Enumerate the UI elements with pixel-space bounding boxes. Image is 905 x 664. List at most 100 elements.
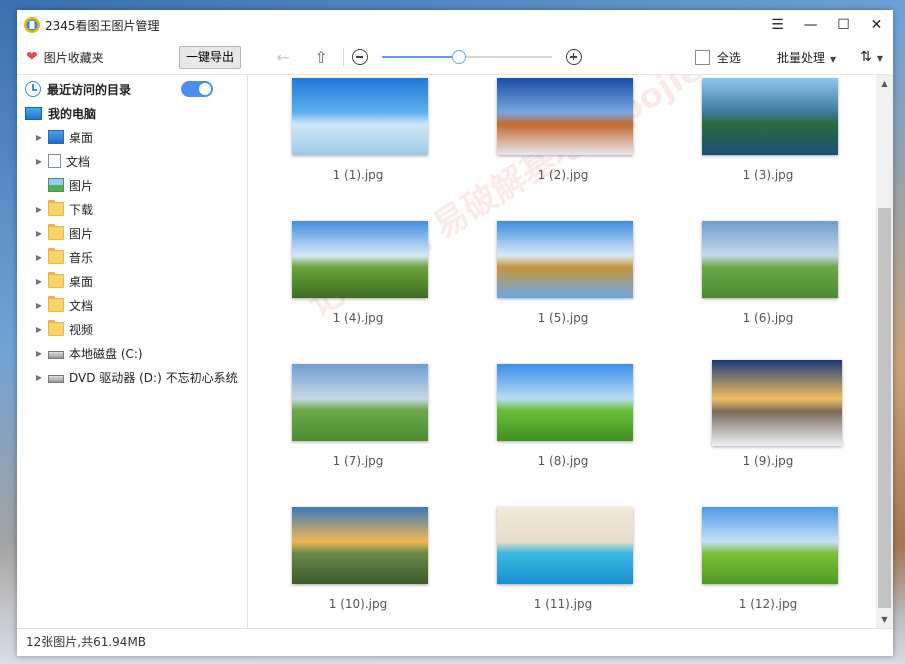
export-button[interactable]: 一键导出 bbox=[179, 45, 242, 69]
favorites-label: 图片收藏夹 bbox=[43, 50, 104, 65]
batch-process-dropdown[interactable]: 批量处理 ▼ bbox=[777, 49, 836, 66]
thumbnail-item[interactable]: 1 (10).jpg bbox=[268, 495, 448, 628]
thumbnail-image[interactable] bbox=[497, 221, 633, 298]
thumbnail-item[interactable]: 1 (4).jpg bbox=[268, 209, 448, 352]
thumbnail-item[interactable]: 1 (9).jpg bbox=[678, 352, 858, 495]
folder-icon bbox=[48, 200, 64, 216]
recent-dirs-item[interactable]: 最近访问的目录 bbox=[17, 77, 247, 101]
thumbnail-area: 记得收藏 易破解基地 yipojie.com 1 (1).jpg 1 (2).jp… bbox=[248, 75, 893, 628]
up-folder-icon[interactable]: ⇧ bbox=[307, 48, 335, 67]
sidebar-tree-label: 图片 bbox=[69, 178, 94, 193]
expand-arrow-icon[interactable]: ▶ bbox=[33, 277, 45, 286]
chevron-down-icon: ▼ bbox=[829, 54, 837, 64]
scroll-up-icon[interactable]: ▲ bbox=[876, 75, 893, 92]
sidebar-tree-item[interactable]: ▶ 图片 bbox=[17, 221, 247, 245]
document-icon bbox=[48, 154, 61, 168]
thumbnail-image[interactable] bbox=[497, 507, 633, 584]
drive-icon bbox=[48, 351, 64, 359]
vertical-scrollbar[interactable]: ▲ ▼ bbox=[876, 75, 893, 628]
my-computer-label: 我的电脑 bbox=[48, 106, 97, 121]
thumbnail-image[interactable] bbox=[712, 360, 842, 446]
thumbnail-image[interactable] bbox=[702, 78, 838, 155]
sort-dropdown[interactable]: ⇅ ▼ bbox=[860, 49, 883, 65]
thumbnail-item[interactable]: 1 (6).jpg bbox=[678, 209, 858, 352]
zoom-slider-handle[interactable] bbox=[451, 50, 466, 64]
sidebar-tree-item[interactable]: ▶ 文档 bbox=[17, 293, 247, 317]
thumbnail-filename: 1 (9).jpg bbox=[742, 454, 794, 468]
menu-icon: ☰ bbox=[771, 17, 784, 33]
thumbnail-image[interactable] bbox=[292, 78, 428, 155]
zoom-slider[interactable] bbox=[382, 49, 553, 65]
back-arrow-icon[interactable]: ← bbox=[269, 48, 297, 67]
sidebar-tree-label: 视频 bbox=[69, 322, 94, 337]
thumbnail-image[interactable] bbox=[702, 507, 838, 584]
select-all-checkbox[interactable] bbox=[694, 49, 710, 65]
app-logo-icon bbox=[24, 17, 40, 33]
select-all-label[interactable]: 全选 bbox=[717, 49, 741, 66]
folder-icon bbox=[48, 320, 64, 336]
sidebar-tree-item[interactable]: ▶ DVD 驱动器 (D:) 不忘初心系统 bbox=[17, 365, 247, 389]
close-icon: ✕ bbox=[870, 17, 883, 33]
thumbnail-item[interactable]: 1 (2).jpg bbox=[473, 75, 653, 209]
zoom-out-icon[interactable] bbox=[352, 49, 369, 65]
sidebar-tree-item[interactable]: ▶ 桌面 bbox=[17, 125, 247, 149]
scrollbar-thumb[interactable] bbox=[878, 208, 891, 608]
thumbnail-filename: 1 (5).jpg bbox=[537, 311, 589, 325]
recent-dirs-toggle[interactable] bbox=[181, 81, 213, 97]
favorites-link[interactable]: ❤ 图片收藏夹 bbox=[17, 49, 179, 66]
thumbnail-filename: 1 (7).jpg bbox=[332, 454, 384, 468]
expand-arrow-icon[interactable]: ▶ bbox=[33, 325, 45, 334]
sidebar-tree-label: 桌面 bbox=[69, 130, 94, 145]
expand-arrow-icon[interactable]: ▶ bbox=[33, 301, 45, 310]
thumbnail-image[interactable] bbox=[292, 221, 428, 298]
menu-button[interactable]: ☰ bbox=[761, 10, 794, 40]
sidebar-tree-item[interactable]: ▶ 本地磁盘 (C:) bbox=[17, 341, 247, 365]
scroll-down-icon[interactable]: ▼ bbox=[876, 611, 893, 628]
sidebar-tree-item[interactable]: ▶ 桌面 bbox=[17, 269, 247, 293]
expand-arrow-icon[interactable]: ▶ bbox=[33, 349, 45, 358]
thumbnail-item[interactable]: 1 (11).jpg bbox=[473, 495, 653, 628]
minimize-button[interactable]: — bbox=[794, 10, 827, 40]
thumbnail-item[interactable]: 1 (5).jpg bbox=[473, 209, 653, 352]
sidebar: 最近访问的目录 我的电脑 ▶ 桌面 ▶ 文档 图片 ▶ 下载 ▶ 图片 ▶ 音乐 ▶ 桌面 ▶ 文档 ▶ 视频 ▶… bbox=[17, 75, 248, 628]
expand-arrow-icon[interactable]: ▶ bbox=[33, 253, 45, 262]
thumbnail-filename: 1 (2).jpg bbox=[537, 168, 589, 182]
sidebar-tree-label: 下载 bbox=[69, 202, 94, 217]
thumbnail-filename: 1 (8).jpg bbox=[537, 454, 589, 468]
thumbnail-item[interactable]: 1 (1).jpg bbox=[268, 75, 448, 209]
thumbnail-item[interactable]: 1 (7).jpg bbox=[268, 352, 448, 495]
thumbnail-image[interactable] bbox=[292, 364, 428, 441]
sidebar-tree-label: 文档 bbox=[69, 298, 94, 313]
sidebar-tree-item[interactable]: 图片 bbox=[17, 173, 247, 197]
expand-arrow-icon[interactable]: ▶ bbox=[33, 373, 45, 382]
thumbnail-item[interactable]: 1 (12).jpg bbox=[678, 495, 858, 628]
zoom-in-icon[interactable] bbox=[566, 49, 583, 65]
expand-arrow-icon[interactable]: ▶ bbox=[33, 229, 45, 238]
sidebar-tree-item[interactable]: ▶ 文档 bbox=[17, 149, 247, 173]
folder-icon bbox=[48, 272, 64, 288]
my-computer-item[interactable]: 我的电脑 bbox=[17, 101, 247, 125]
expand-arrow-icon[interactable]: ▶ bbox=[33, 205, 45, 214]
zoom-control bbox=[352, 49, 583, 65]
sidebar-tree-label: 图片 bbox=[69, 226, 94, 241]
sidebar-tree-item[interactable]: ▶ 视频 bbox=[17, 317, 247, 341]
thumbnail-item[interactable]: 1 (3).jpg bbox=[678, 75, 858, 209]
expand-arrow-icon[interactable]: ▶ bbox=[33, 157, 45, 166]
sidebar-tree-item[interactable]: ▶ 音乐 bbox=[17, 245, 247, 269]
folder-tree: ▶ 桌面 ▶ 文档 图片 ▶ 下载 ▶ 图片 ▶ 音乐 ▶ 桌面 ▶ 文档 ▶ 视频 ▶ 本地磁盘 (C:) ▶ DVD… bbox=[17, 125, 247, 389]
thumbnail-filename: 1 (3).jpg bbox=[742, 168, 794, 182]
sidebar-tree-label: 文档 bbox=[66, 154, 91, 169]
close-button[interactable]: ✕ bbox=[860, 10, 893, 40]
expand-arrow-icon[interactable]: ▶ bbox=[33, 133, 45, 142]
sidebar-tree-label: 本地磁盘 (C:) bbox=[69, 346, 143, 361]
clock-icon bbox=[25, 81, 41, 97]
thumbnail-image[interactable] bbox=[497, 78, 633, 155]
thumbnail-image[interactable] bbox=[497, 364, 633, 441]
thumbnail-image[interactable] bbox=[702, 221, 838, 298]
maximize-button[interactable]: ☐ bbox=[827, 10, 860, 40]
thumbnail-item[interactable]: 1 (8).jpg bbox=[473, 352, 653, 495]
app-window: 2345看图王图片管理 ☰ — ☐ ✕ ❤ 图片收藏夹 一键导出 ← ⇧ 全选 … bbox=[17, 10, 893, 656]
sidebar-tree-item[interactable]: ▶ 下载 bbox=[17, 197, 247, 221]
thumbnail-image[interactable] bbox=[292, 507, 428, 584]
thumbnail-filename: 1 (1).jpg bbox=[332, 168, 384, 182]
